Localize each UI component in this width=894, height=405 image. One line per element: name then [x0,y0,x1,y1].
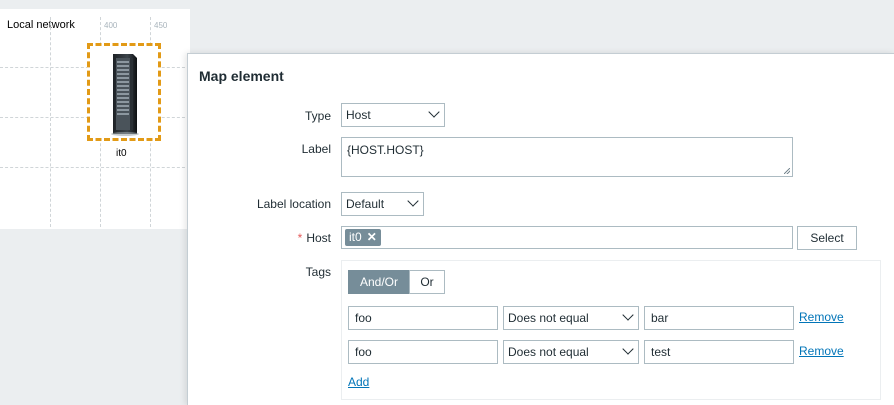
map-canvas[interactable]: Local network 400 450 it0 [0,9,190,229]
map-element-label: it0 [116,148,127,159]
label-textarea[interactable]: {HOST.HOST} [341,137,793,177]
ruler-label: 450 [154,21,168,30]
tags-table: And/Or Or foo Does not equal bar Remove … [341,260,881,400]
tag-value-input[interactable]: test [644,340,794,364]
chevron-down-icon [407,195,419,207]
tag-remove-link[interactable]: Remove [799,310,844,324]
server-icon [111,54,139,136]
chevron-down-icon [622,309,634,321]
remove-chip-icon[interactable]: ✕ [367,230,377,244]
tag-operator-value: Does not equal [508,311,589,325]
host-label-text: Host [306,231,331,245]
type-select[interactable]: Host [341,103,445,127]
label-location-value: Default [346,197,385,211]
tag-value-input[interactable]: bar [644,306,794,330]
host-chip: it0 ✕ [345,229,381,246]
tag-name-input[interactable]: foo [348,340,498,364]
tag-name-input[interactable]: foo [348,306,498,330]
label-location-select[interactable]: Default [341,192,424,216]
label-location-label: Label location [256,197,331,211]
type-select-value: Host [346,108,371,122]
ruler-label: 400 [104,21,118,30]
host-multiselect[interactable]: it0 ✕ [341,226,793,249]
tag-operator-select[interactable]: Does not equal [503,306,639,330]
tag-operator-value: Does not equal [508,345,589,359]
host-label: * Host [298,231,331,245]
type-label: Type [304,109,331,123]
tags-label: Tags [305,265,331,279]
grid-line [0,167,190,168]
host-chip-label: it0 [349,230,362,244]
tag-remove-link[interactable]: Remove [799,344,844,358]
dialog-title: Map element [199,68,284,84]
select-host-button[interactable]: Select [797,226,857,250]
map-title: Local network [7,19,75,31]
tag-add-link[interactable]: Add [348,375,369,389]
evaltype-or-button[interactable]: Or [409,270,445,294]
evaltype-andor-button[interactable]: And/Or [348,270,410,294]
label-field-label: Label [301,142,331,156]
chevron-down-icon [428,106,440,118]
map-element-selected[interactable] [87,43,161,141]
map-element-dialog: Map element Type Host Label {HOST.HOST} … [187,53,894,405]
label-textarea-value: {HOST.HOST} [347,143,424,157]
resize-handle-icon[interactable] [784,168,790,174]
tag-operator-select[interactable]: Does not equal [503,340,639,364]
required-mark: * [297,231,303,245]
top-bar [0,0,894,8]
chevron-down-icon [622,343,634,355]
grid-line [50,17,51,227]
